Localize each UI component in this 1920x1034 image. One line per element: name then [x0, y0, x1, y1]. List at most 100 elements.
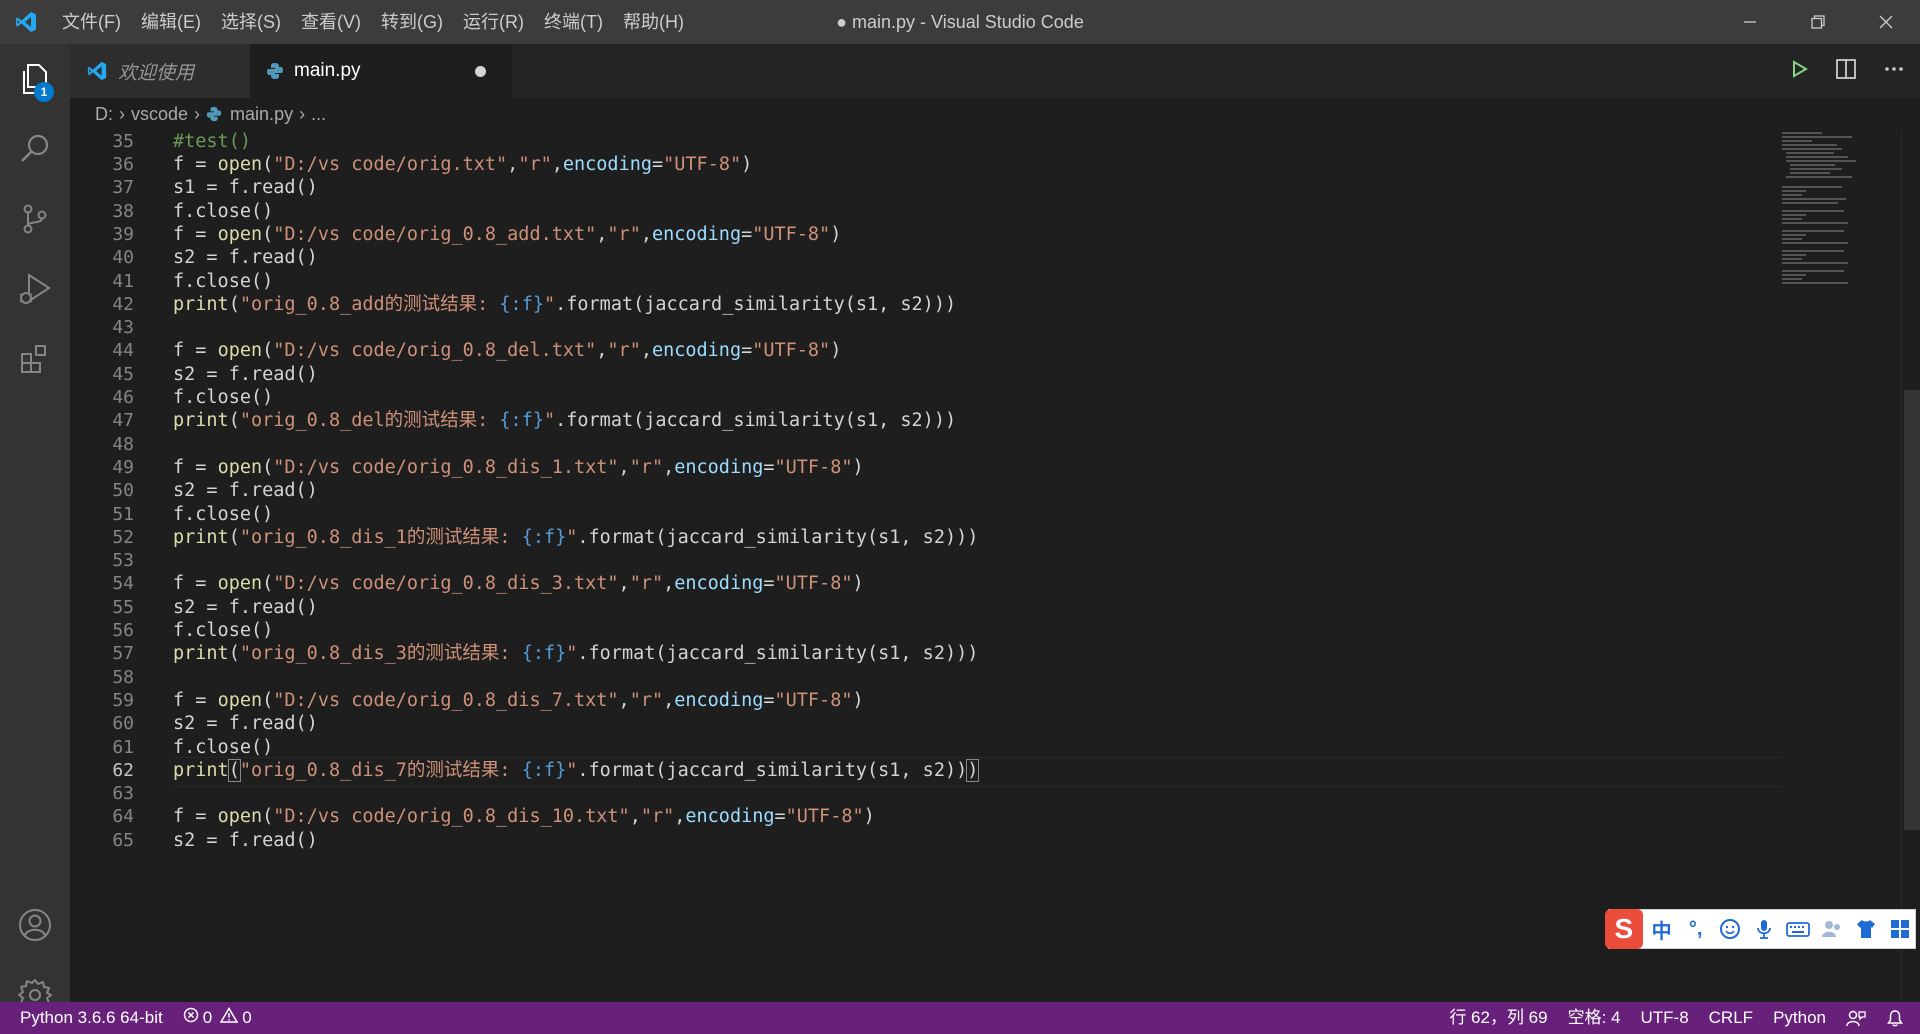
code-token: open	[217, 340, 263, 362]
cursor-position[interactable]: 行 62，列 69	[1439, 1002, 1557, 1034]
code-token: (	[262, 456, 274, 478]
code-token: encoding	[651, 223, 742, 245]
code-token: (	[262, 806, 274, 828]
source-control-icon[interactable]	[0, 184, 70, 254]
breadcrumb-file[interactable]: main.py	[206, 104, 293, 125]
code-token: "r"	[629, 689, 664, 711]
tab-welcome[interactable]: 欢迎使用	[70, 44, 250, 98]
code-line[interactable]: print("orig_0.8_add的测试结果: {:f}".format(j…	[173, 291, 956, 319]
code-token: s2 = f.read()	[173, 247, 318, 269]
ime-punctuation[interactable]: °,	[1681, 913, 1711, 945]
code-token: #test()	[173, 130, 251, 152]
code-line[interactable]: print("orig_0.8_dis_1的测试结果: {:f}".format…	[173, 524, 978, 552]
code-line[interactable]: print("orig_0.8_dis_7的测试结果: {:f}".format…	[173, 757, 980, 785]
code-token: "	[566, 526, 578, 548]
indentation[interactable]: 空格: 4	[1558, 1002, 1631, 1034]
explorer-icon[interactable]: 1	[0, 44, 70, 114]
code-token: .format(jaccard_similarity(s1, s2)))	[555, 410, 957, 432]
menu-item[interactable]: 选择(S)	[211, 0, 291, 44]
python-icon	[266, 62, 284, 80]
warning-icon	[219, 1002, 239, 1034]
notifications-bell-icon[interactable]	[1876, 1009, 1920, 1027]
code-line[interactable]: s2 = f.read()	[173, 827, 318, 855]
close-window-button[interactable]	[1852, 0, 1920, 44]
problems-indicator[interactable]: 0 0	[173, 1002, 262, 1034]
code-token: print	[173, 293, 229, 315]
user-group-icon[interactable]	[1817, 913, 1847, 945]
run-file-icon[interactable]	[1788, 58, 1810, 85]
skin-shirt-icon[interactable]	[1851, 913, 1881, 945]
code-line[interactable]: print("orig_0.8_dis_3的测试结果: {:f}".format…	[173, 640, 978, 668]
breadcrumb-drive[interactable]: D:	[95, 104, 113, 125]
ime-mode[interactable]: 中	[1647, 913, 1677, 945]
toolbox-grid-icon[interactable]	[1885, 913, 1915, 945]
scrollbar-thumb[interactable]	[1904, 390, 1920, 830]
python-interpreter[interactable]: Python 3.6.6 64-bit	[0, 1002, 173, 1034]
code-area[interactable]: #test() f = open("D:/vs code/orig.txt","r…	[173, 130, 1783, 1002]
accounts-icon[interactable]	[0, 890, 70, 960]
code-token: =	[741, 223, 753, 245]
code-token: s2 = f.read()	[173, 713, 318, 735]
restore-button[interactable]	[1784, 0, 1852, 44]
breadcrumb-symbol[interactable]: ...	[311, 104, 326, 125]
code-token: "UTF-8"	[663, 154, 742, 175]
language-mode[interactable]: Python	[1763, 1002, 1836, 1034]
vertical-scrollbar[interactable]	[1901, 130, 1920, 1002]
code-token: encoding	[674, 689, 764, 711]
code-token: print	[173, 410, 229, 432]
code-token: "UTF-8"	[774, 456, 853, 478]
code-token: ,	[663, 689, 675, 711]
code-token: (	[228, 293, 240, 315]
code-token: "D:/vs code/orig_0.8_add.txt"	[273, 223, 597, 245]
tab-bar: 欢迎使用 main.py	[70, 44, 1920, 98]
search-icon[interactable]	[0, 114, 70, 184]
code-token: f =	[173, 340, 218, 362]
minimap[interactable]	[1780, 130, 1900, 310]
code-token: f =	[173, 573, 218, 595]
menu-item[interactable]: 文件(F)	[52, 0, 131, 44]
minimize-button[interactable]	[1716, 0, 1784, 44]
feedback-icon[interactable]	[1836, 1009, 1876, 1027]
more-actions-icon[interactable]	[1882, 57, 1906, 86]
title-bar: 文件(F) 编辑(E) 选择(S) 查看(V) 转到(G) 运行(R) 终端(T) 帮助(H)…	[0, 0, 1920, 44]
breadcrumb-file-label: main.py	[230, 103, 294, 124]
code-token: encoding	[685, 806, 775, 828]
menu-item[interactable]: 运行(R)	[453, 0, 534, 44]
breadcrumb: D: › vscode › main.py › ...	[70, 98, 1920, 130]
code-token: encoding	[562, 154, 652, 175]
code-token: =	[763, 456, 775, 478]
split-editor-icon[interactable]	[1834, 57, 1858, 86]
code-token: .format(jaccard_similarity(s1, s2)))	[555, 293, 957, 315]
code-token: ,	[640, 223, 652, 245]
menu-item[interactable]: 帮助(H)	[613, 0, 694, 44]
menu-item[interactable]: 编辑(E)	[131, 0, 211, 44]
tab-main-py[interactable]: main.py	[250, 44, 512, 98]
extensions-icon[interactable]	[0, 324, 70, 394]
menu-item[interactable]: 终端(T)	[534, 0, 613, 44]
code-token: .format(jaccard_similarity(s1, s2))	[577, 759, 968, 781]
end-of-line[interactable]: CRLF	[1699, 1002, 1763, 1034]
microphone-icon[interactable]	[1749, 913, 1779, 945]
menu-item[interactable]: 转到(G)	[371, 0, 453, 44]
file-encoding[interactable]: UTF-8	[1630, 1002, 1698, 1034]
emoji-icon[interactable]	[1715, 913, 1745, 945]
code-token: (	[228, 526, 240, 548]
run-debug-icon[interactable]	[0, 254, 70, 324]
code-token: (	[262, 573, 274, 595]
sogou-logo-icon[interactable]: S	[1605, 909, 1643, 949]
keyboard-icon[interactable]	[1783, 913, 1813, 945]
code-token: print	[173, 526, 229, 548]
unsaved-dot-icon[interactable]	[475, 66, 486, 77]
code-token: "r"	[629, 456, 664, 478]
code-token: ,	[629, 806, 641, 828]
error-icon	[183, 1002, 199, 1034]
code-editor[interactable]: 35 36 37 38 39 40 41 42 43 44 45 46 47 48 49 50 51 52 53 54…	[70, 130, 1920, 1002]
tab-label: 欢迎使用	[118, 62, 195, 84]
code-token: =	[651, 154, 664, 175]
code-token: "orig_0.8_dis_3的测试结果:	[239, 643, 522, 665]
code-token: "orig_0.8_dis_7的测试结果:	[239, 759, 522, 781]
code-line[interactable]: print("orig_0.8_del的测试结果: {:f}".format(j…	[173, 407, 956, 435]
breadcrumb-folder[interactable]: vscode	[131, 104, 188, 125]
code-token: ,	[640, 340, 652, 362]
menu-item[interactable]: 查看(V)	[291, 0, 371, 44]
